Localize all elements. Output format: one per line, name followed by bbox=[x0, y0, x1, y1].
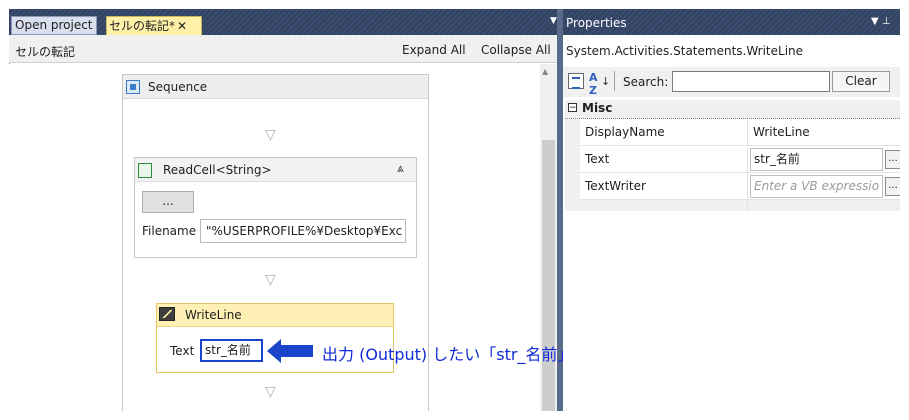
writeline-title: WriteLine bbox=[185, 308, 242, 322]
callout-arrow-icon bbox=[267, 339, 313, 363]
tab-open-project[interactable]: Open project bbox=[11, 16, 97, 35]
expression-editor-button[interactable]: ... bbox=[885, 177, 900, 196]
textwriter-input[interactable]: Enter a VB expressio bbox=[750, 175, 883, 198]
collapse-all-link[interactable]: Collapse All bbox=[481, 43, 551, 57]
scroll-up-icon[interactable]: ▲ bbox=[542, 67, 548, 76]
text-label: Text bbox=[170, 344, 195, 358]
drop-target-arrow-icon: ▽ bbox=[265, 272, 276, 288]
browse-button[interactable]: ... bbox=[142, 191, 194, 213]
category-label: Misc bbox=[582, 101, 613, 115]
text-input[interactable]: str_名前 bbox=[200, 339, 263, 362]
pin-icon[interactable]: ▼ ⊥ bbox=[871, 16, 891, 27]
clear-button[interactable]: Clear bbox=[832, 71, 890, 92]
activity-type-name: System.Activities.Statements.WriteLine bbox=[566, 44, 804, 58]
sequence-title: Sequence bbox=[148, 80, 208, 94]
excel-sheet-icon bbox=[138, 163, 152, 178]
property-name: DisplayName bbox=[585, 125, 665, 139]
close-icon[interactable]: ✕ bbox=[177, 19, 187, 33]
filename-label: Filename bbox=[142, 224, 197, 238]
expression-editor-button[interactable]: ... bbox=[885, 150, 900, 169]
drop-target-arrow-icon: ▽ bbox=[265, 127, 276, 143]
drop-target-arrow-icon: ▽ bbox=[265, 384, 276, 400]
sort-arrow-icon: ↓ bbox=[601, 75, 611, 88]
readcell-title: ReadCell<String> bbox=[163, 163, 272, 177]
property-name: Text bbox=[585, 152, 610, 166]
properties-title: Properties bbox=[566, 16, 627, 30]
tab-active-workflow[interactable]: セルの転記* ✕ bbox=[106, 16, 202, 35]
expand-all-link[interactable]: Expand All bbox=[402, 43, 466, 57]
toolbar-divider bbox=[614, 71, 615, 91]
search-label: Search: bbox=[623, 75, 669, 89]
studio-content: Open project セルの転記* ✕ ▼ セルの転記 Expand All … bbox=[9, 9, 900, 411]
sort-alphabetical-icon[interactable]: AZ bbox=[589, 71, 598, 97]
breadcrumb-bar bbox=[9, 35, 562, 63]
property-value[interactable]: WriteLine bbox=[753, 125, 810, 139]
tab-dropdown-icon[interactable]: ▼ bbox=[550, 16, 557, 26]
collapse-icon[interactable]: ⩓ bbox=[397, 161, 404, 176]
grid-column-divider bbox=[747, 119, 748, 211]
category-misc[interactable] bbox=[565, 100, 900, 119]
sequence-icon bbox=[126, 80, 140, 94]
tab-label: セルの転記* bbox=[109, 19, 176, 33]
categorized-icon[interactable] bbox=[568, 73, 584, 89]
search-input[interactable] bbox=[672, 71, 830, 92]
writeline-icon bbox=[159, 307, 175, 321]
property-name: TextWriter bbox=[585, 179, 646, 193]
breadcrumb[interactable]: セルの転記 bbox=[15, 43, 75, 60]
collapse-toggle-icon[interactable]: − bbox=[568, 103, 577, 113]
text-value-input[interactable]: str_名前 bbox=[750, 148, 883, 171]
scrollbar-thumb[interactable] bbox=[542, 140, 555, 411]
filename-input[interactable]: "%USERPROFILE%¥Desktop¥Exc bbox=[200, 219, 406, 243]
